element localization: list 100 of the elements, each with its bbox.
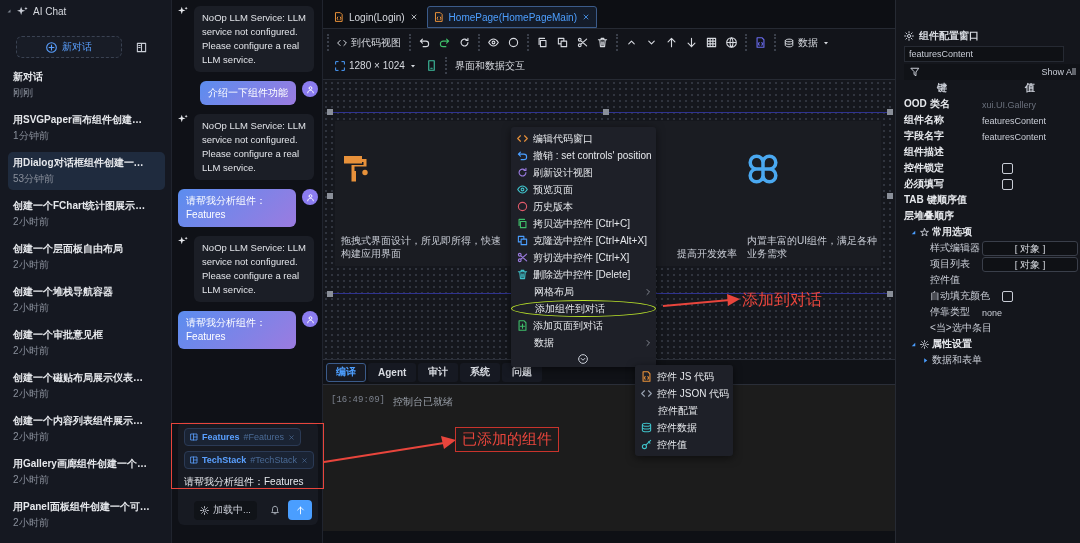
menu-item[interactable]: 拷贝选中控件 [Ctrl+C] bbox=[511, 215, 656, 232]
property-key: 控件锁定 bbox=[904, 161, 944, 175]
resize-handle[interactable] bbox=[327, 109, 333, 115]
globe-icon[interactable] bbox=[726, 37, 737, 48]
conversation-item[interactable]: 用Panel面板组件创建一个可… 2小时前 bbox=[8, 496, 165, 534]
conversation-item[interactable]: 创建一个磁贴布局展示仪表… 2小时前 bbox=[8, 367, 165, 405]
new-chat-button[interactable]: 新对话 bbox=[16, 36, 122, 58]
column-header: 键 bbox=[935, 81, 948, 95]
component-chip[interactable]: TechStack #TechStack bbox=[184, 451, 314, 469]
component-search-field[interactable]: featuresContent bbox=[904, 46, 1064, 62]
filter-icon[interactable] bbox=[910, 67, 920, 77]
object-editor-button[interactable]: [ 对象 ] bbox=[982, 256, 1078, 272]
data-menu-button[interactable]: 数据 bbox=[784, 35, 830, 50]
eye-icon[interactable] bbox=[488, 37, 499, 48]
collapsed-triangle-icon[interactable] bbox=[922, 356, 929, 364]
conversation-item[interactable]: 创建一个FChart统计图展示… 2小时前 bbox=[8, 195, 165, 233]
code-view-button[interactable]: 到代码视图 bbox=[337, 35, 401, 50]
add-document-icon bbox=[517, 320, 528, 331]
menu-item[interactable]: 控件 JS 代码 bbox=[635, 368, 733, 385]
component-icon bbox=[190, 456, 198, 464]
group-label[interactable]: 属性设置 bbox=[932, 337, 972, 351]
chevron-down-icon[interactable] bbox=[646, 37, 657, 48]
console-tab[interactable]: 系统 bbox=[460, 362, 501, 382]
menu-item[interactable]: 预览页面 bbox=[511, 181, 656, 198]
property-key: 停靠类型 bbox=[930, 305, 970, 319]
property-key: TAB 键顺序值 bbox=[904, 193, 967, 207]
refresh-icon bbox=[517, 167, 528, 178]
component-chip[interactable]: Features #Features bbox=[184, 428, 302, 446]
resize-handle[interactable] bbox=[887, 193, 893, 199]
filter-label[interactable]: Show All bbox=[1041, 67, 1076, 77]
feature-caption: 提高开发效率 bbox=[677, 247, 737, 260]
database-icon bbox=[784, 37, 794, 48]
group-label[interactable]: 数据和表单 bbox=[932, 353, 982, 367]
user-message: 请帮我分析组件：Features bbox=[178, 189, 296, 227]
conversation-item[interactable]: 创建一个审批意见框 2小时前 bbox=[8, 324, 165, 362]
conversation-item[interactable]: 创建一个内容列表组件展示… 2小时前 bbox=[8, 410, 165, 448]
feature-caption: 拖拽式界面设计，所见即所得，快速构建应用界面 bbox=[341, 234, 501, 260]
close-icon[interactable] bbox=[409, 13, 418, 21]
menu-item[interactable]: 历史版本 bbox=[511, 198, 656, 215]
menu-item[interactable]: 剪切选中控件 [Ctrl+X] bbox=[511, 249, 656, 266]
resize-handle[interactable] bbox=[887, 291, 893, 297]
bell-icon[interactable] bbox=[270, 505, 280, 515]
message-input[interactable]: 请帮我分析组件：Features bbox=[184, 474, 308, 489]
conversation-item[interactable]: 创建一个堆栈导航容器 2小时前 bbox=[8, 281, 165, 319]
phone-icon[interactable] bbox=[425, 60, 437, 71]
clone-icon[interactable] bbox=[557, 37, 568, 48]
file-icon bbox=[433, 12, 444, 22]
conversation-item[interactable]: 用SVGPaper画布组件创建… 1分钟前 bbox=[8, 109, 165, 147]
menu-item[interactable]: 控件配置 bbox=[635, 402, 733, 419]
trash-icon[interactable] bbox=[597, 37, 608, 48]
assistant-message: NoOp LLM Service: LLM service not configured. Please configure a real LLM service. bbox=[194, 236, 314, 302]
menu-item[interactable]: 删除选中控件 [Delete] bbox=[511, 266, 656, 283]
group-label[interactable]: 常用选项 bbox=[932, 225, 972, 239]
file-code-icon[interactable] bbox=[755, 37, 766, 48]
assistant-message: NoOp LLM Service: LLM service not configured. Please configure a real LLM service. bbox=[194, 6, 314, 72]
resize-handle[interactable] bbox=[327, 291, 333, 297]
console-tab[interactable]: 审计 bbox=[418, 362, 459, 382]
checkbox[interactable] bbox=[1002, 162, 1013, 174]
undo-icon[interactable] bbox=[419, 37, 430, 48]
menu-item[interactable]: 控件 JSON 代码 bbox=[635, 385, 733, 402]
conversation-item[interactable]: 用Gallery画廊组件创建一个… 2小时前 bbox=[8, 453, 165, 491]
table-icon[interactable] bbox=[706, 37, 717, 48]
checkbox[interactable] bbox=[1002, 178, 1013, 190]
resize-handle[interactable] bbox=[327, 193, 333, 199]
redo-icon[interactable] bbox=[439, 37, 450, 48]
resize-handle[interactable] bbox=[603, 109, 609, 115]
console-tab[interactable]: Agent bbox=[368, 362, 417, 382]
conversation-item[interactable]: 创建一个层面板自由布局 2小时前 bbox=[8, 238, 165, 276]
object-editor-button[interactable]: [ 对象 ] bbox=[982, 240, 1078, 256]
code-icon bbox=[641, 388, 652, 399]
sidebar-toggle-icon[interactable] bbox=[136, 41, 147, 53]
arrow-up-icon bbox=[295, 505, 305, 515]
refresh-icon[interactable] bbox=[459, 37, 470, 48]
menu-item[interactable]: 编辑代码窗口 bbox=[511, 130, 656, 147]
menu-item[interactable]: 克隆选中控件 [Ctrl+Alt+X] bbox=[511, 232, 656, 249]
conversation-item[interactable]: 用Dialog对话框组件创建一… 53分钟前 bbox=[8, 152, 165, 190]
editor-tab[interactable]: Login(Login) bbox=[327, 6, 425, 28]
submenu-item[interactable]: 数据 bbox=[511, 334, 656, 351]
conversation-item[interactable]: 新对话 刚刚 bbox=[8, 66, 165, 104]
arrow-down-icon[interactable] bbox=[686, 37, 697, 48]
sparkle-icon bbox=[178, 6, 188, 16]
menu-item[interactable]: 控件数据 bbox=[635, 419, 733, 436]
mode-button[interactable]: 加载中... bbox=[194, 500, 257, 520]
class-name-field[interactable]: xui.UI.Gallery bbox=[982, 99, 1078, 110]
menu-item[interactable]: 添加页面到对话 bbox=[511, 317, 656, 334]
resolution-dropdown[interactable]: 1280 × 1024 bbox=[335, 60, 417, 71]
arrow-up-icon[interactable] bbox=[666, 37, 677, 48]
menu-item[interactable]: 控件值 bbox=[635, 436, 733, 453]
editor-tab[interactable]: HomePage(HomePageMain) bbox=[426, 6, 597, 28]
send-button[interactable] bbox=[288, 500, 312, 520]
checkbox[interactable] bbox=[1002, 290, 1013, 302]
copy-icon[interactable] bbox=[537, 37, 548, 48]
menu-item[interactable]: 刷新设计视图 bbox=[511, 164, 656, 181]
scissors-icon[interactable] bbox=[577, 37, 588, 48]
submenu-item[interactable]: 网格布局 bbox=[511, 283, 656, 300]
menu-item[interactable]: 撤销 : set controls' position bbox=[511, 147, 656, 164]
resize-handle[interactable] bbox=[887, 109, 893, 115]
console-tab[interactable]: 编译 bbox=[326, 362, 366, 382]
expand-more-icon[interactable] bbox=[578, 354, 589, 364]
close-icon[interactable] bbox=[582, 13, 590, 21]
